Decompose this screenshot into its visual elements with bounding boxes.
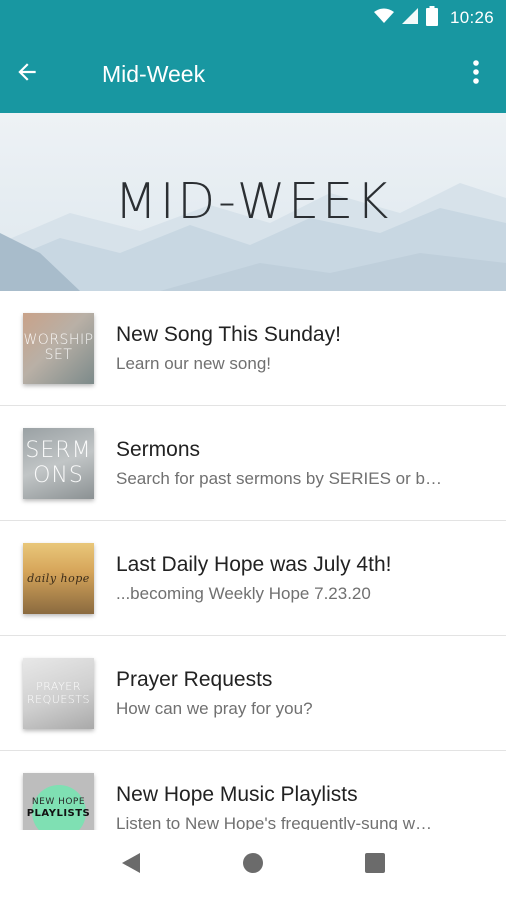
thumbnail-text: daily hope	[27, 571, 90, 585]
recents-square-icon	[364, 852, 386, 879]
arrow-back-icon	[14, 59, 40, 90]
overflow-menu-button[interactable]	[456, 36, 496, 113]
list-item[interactable]: WORSHIP SET New Song This Sunday! Learn …	[0, 291, 506, 406]
list-item-title: New Song This Sunday!	[116, 322, 341, 346]
battery-icon	[425, 5, 438, 31]
thumbnail-text: NEW HOPE	[31, 797, 86, 807]
status-time: 10:26	[449, 8, 494, 27]
page-title: Mid-Week	[102, 61, 206, 87]
list-item-subtitle: Search for past sermons by SERIES or b…	[116, 468, 442, 488]
nav-home-button[interactable]	[233, 845, 273, 885]
daily-hope-thumbnail: daily hope	[23, 542, 94, 614]
header-banner: MID-WEEK	[0, 113, 506, 291]
list-item[interactable]: SERM ONS Sermons Search for past sermons…	[0, 406, 506, 521]
thumbnail-text: REQUESTS	[27, 693, 90, 706]
back-triangle-icon	[120, 851, 142, 880]
list-item-title: Last Daily Hope was July 4th!	[116, 552, 392, 576]
wifi-icon	[373, 8, 394, 29]
thumbnail-text: SET	[44, 347, 73, 363]
worship-set-thumbnail: WORSHIP SET	[23, 312, 94, 384]
system-nav-bar	[0, 830, 506, 900]
prayer-requests-thumbnail: PRAYER REQUESTS	[23, 657, 94, 729]
more-vert-icon	[472, 59, 480, 90]
home-circle-icon	[241, 851, 265, 880]
thumbnail-text: PLAYLISTS	[26, 808, 91, 819]
list-item[interactable]: PRAYER REQUESTS Prayer Requests How can …	[0, 636, 506, 751]
nav-recents-button[interactable]	[355, 845, 395, 885]
list-item[interactable]: daily hope Last Daily Hope was July 4th!…	[0, 521, 506, 636]
list-item-title: Prayer Requests	[116, 667, 273, 691]
list-item-subtitle: Learn our new song!	[116, 353, 271, 373]
thumbnail-text: SERM	[25, 438, 92, 463]
sermons-thumbnail: SERM ONS	[23, 427, 94, 499]
status-bar: 10:26	[0, 0, 506, 36]
thumbnail-text: WORSHIP	[23, 332, 94, 348]
list-item-subtitle: ...becoming Weekly Hope 7.23.20	[116, 583, 371, 603]
thumbnail-text: ONS	[33, 463, 84, 488]
list-item-title: New Hope Music Playlists	[116, 782, 358, 806]
back-button[interactable]	[14, 36, 76, 113]
content-list: WORSHIP SET New Song This Sunday! Learn …	[0, 291, 506, 866]
nav-back-button[interactable]	[111, 845, 151, 885]
thumbnail-text: PRAYER	[36, 680, 81, 693]
banner-title: MID-WEEK	[114, 173, 392, 230]
list-item-title: Sermons	[116, 437, 201, 461]
list-item-subtitle: How can we pray for you?	[116, 698, 313, 718]
cell-signal-icon	[401, 7, 418, 29]
app-bar: Mid-Week	[0, 36, 506, 113]
